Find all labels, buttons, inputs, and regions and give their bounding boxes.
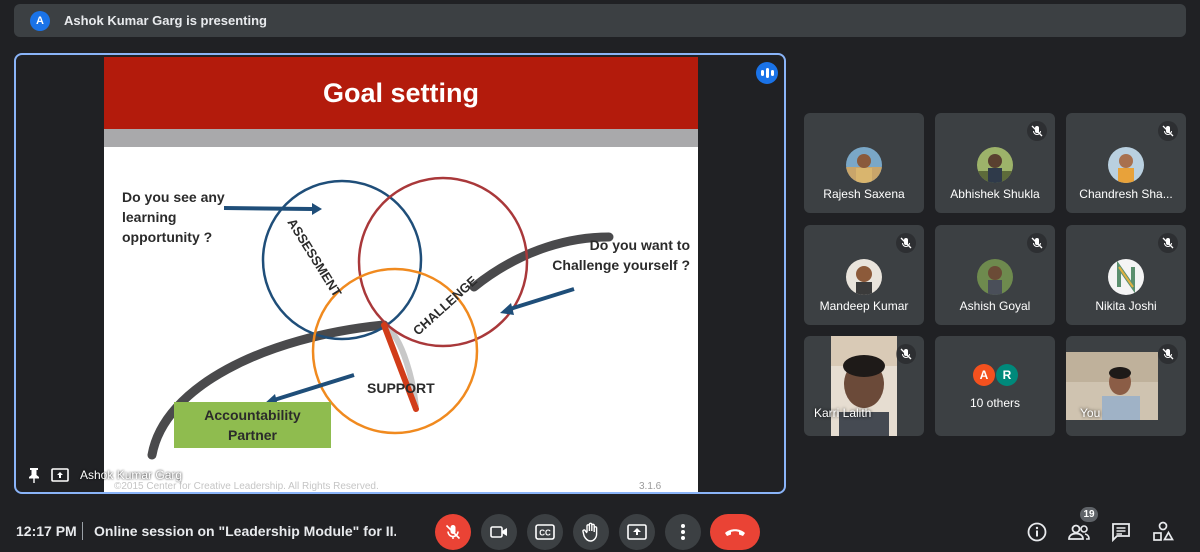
assessment-circle	[261, 179, 423, 341]
participant-name: You	[1080, 406, 1101, 420]
mic-off-icon	[896, 233, 916, 253]
arrow-support	[273, 373, 355, 402]
speaking-indicator-icon	[756, 62, 778, 84]
people-icon	[1068, 524, 1090, 540]
mic-off-icon	[1158, 233, 1178, 253]
participant-tile[interactable]: Karri Lalith	[804, 336, 924, 436]
question-right: Do you want to Challenge yourself ?	[552, 237, 690, 273]
more-options-button[interactable]	[665, 514, 701, 550]
stage-footer: Ashok Kumar Garg	[24, 465, 182, 485]
end-call-button[interactable]	[710, 514, 760, 550]
presenting-banner: A Ashok Kumar Garg is presenting	[14, 4, 1186, 37]
others-count: 10 others	[969, 396, 1021, 410]
accountability-partner-box: Accountability Partner	[174, 402, 331, 448]
mic-off-icon	[1027, 121, 1047, 141]
avatar	[1108, 147, 1144, 183]
svg-text:CC: CC	[539, 529, 551, 538]
participant-name: Mandeep Kumar	[819, 299, 909, 313]
captions-icon: CC	[535, 524, 555, 540]
question-left: Do you see any learning opportunity ?	[122, 189, 225, 245]
participant-tile[interactable]: Chandresh Sha...	[1066, 113, 1186, 213]
camera-toggle-button[interactable]	[481, 514, 517, 550]
red-pointer	[381, 322, 419, 412]
end-call-icon	[725, 529, 745, 536]
participant-name: Rajesh Saxena	[823, 187, 905, 201]
participant-name: Ashish Goyal	[959, 299, 1031, 313]
avatar	[846, 259, 882, 295]
avatar	[1108, 259, 1144, 295]
mic-toggle-button[interactable]	[435, 514, 471, 550]
participant-name: Chandresh Sha...	[1079, 187, 1173, 201]
meeting-title[interactable]: Online session on "Leadership Module" fo…	[94, 523, 396, 539]
accountability-partner-label: Accountability Partner	[204, 407, 301, 443]
participant-name: Karri Lalith	[814, 406, 872, 420]
captions-button[interactable]: CC	[527, 514, 563, 550]
camera-icon	[490, 526, 507, 538]
presenting-text: Ashok Kumar Garg is presenting	[64, 13, 267, 28]
participant-name: Abhishek Shukla	[950, 187, 1040, 201]
slide-number: 3.1.6	[639, 481, 662, 492]
meeting-time: 12:17 PM	[16, 523, 77, 539]
participant-tile[interactable]: Abhishek Shukla	[935, 113, 1055, 213]
presentation-tile[interactable]: Goal setting ASSESSMENT CHALLENGE SUPPOR	[14, 53, 786, 494]
stage-presenter-name: Ashok Kumar Garg	[80, 468, 183, 482]
activities-button[interactable]	[1149, 518, 1177, 546]
present-icon[interactable]	[50, 465, 70, 485]
others-tile[interactable]: A R 10 others	[935, 336, 1055, 436]
slide: Goal setting ASSESSMENT CHALLENGE SUPPOR	[104, 57, 698, 492]
avatar	[846, 147, 882, 183]
participant-name: Nikita Joshi	[1095, 299, 1157, 313]
activities-icon	[1153, 521, 1174, 541]
assessment-label: ASSESSMENT	[284, 216, 344, 300]
pin-icon[interactable]	[24, 465, 44, 485]
participant-tile[interactable]: Mandeep Kumar	[804, 225, 924, 325]
presenter-avatar: A	[30, 10, 50, 31]
others-avatar: A	[973, 364, 995, 386]
mic-off-icon	[896, 344, 916, 364]
present-screen-icon	[627, 524, 647, 540]
arrow-challenge-head	[500, 303, 514, 315]
challenge-label: CHALLENGE	[410, 273, 480, 338]
participant-tile[interactable]: Ashish Goyal	[935, 225, 1055, 325]
divider	[82, 522, 83, 540]
others-avatar: R	[996, 364, 1018, 386]
info-icon	[1027, 522, 1047, 542]
self-tile[interactable]: You	[1066, 336, 1186, 436]
chat-icon	[1112, 523, 1130, 542]
present-now-button[interactable]	[619, 514, 655, 550]
mic-off-icon	[1158, 121, 1178, 141]
mic-off-icon	[1027, 233, 1047, 253]
raise-hand-icon	[582, 522, 598, 542]
mic-off-icon	[445, 524, 461, 540]
challenge-circle	[357, 176, 529, 348]
arrow-assessment-head	[312, 203, 322, 215]
raise-hand-button[interactable]	[573, 514, 609, 550]
more-options-icon	[681, 524, 685, 540]
mic-off-icon	[1158, 344, 1178, 364]
participant-tile[interactable]: Rajesh Saxena	[804, 113, 924, 213]
meeting-details-button[interactable]	[1023, 518, 1051, 546]
participant-count-badge: 19	[1080, 507, 1098, 522]
participants-button[interactable]	[1065, 518, 1093, 546]
support-label: SUPPORT	[367, 380, 435, 396]
chat-button[interactable]	[1107, 518, 1135, 546]
participant-tile[interactable]: Nikita Joshi	[1066, 225, 1186, 325]
avatar	[977, 147, 1013, 183]
participant-video	[831, 336, 897, 436]
avatar	[977, 259, 1013, 295]
